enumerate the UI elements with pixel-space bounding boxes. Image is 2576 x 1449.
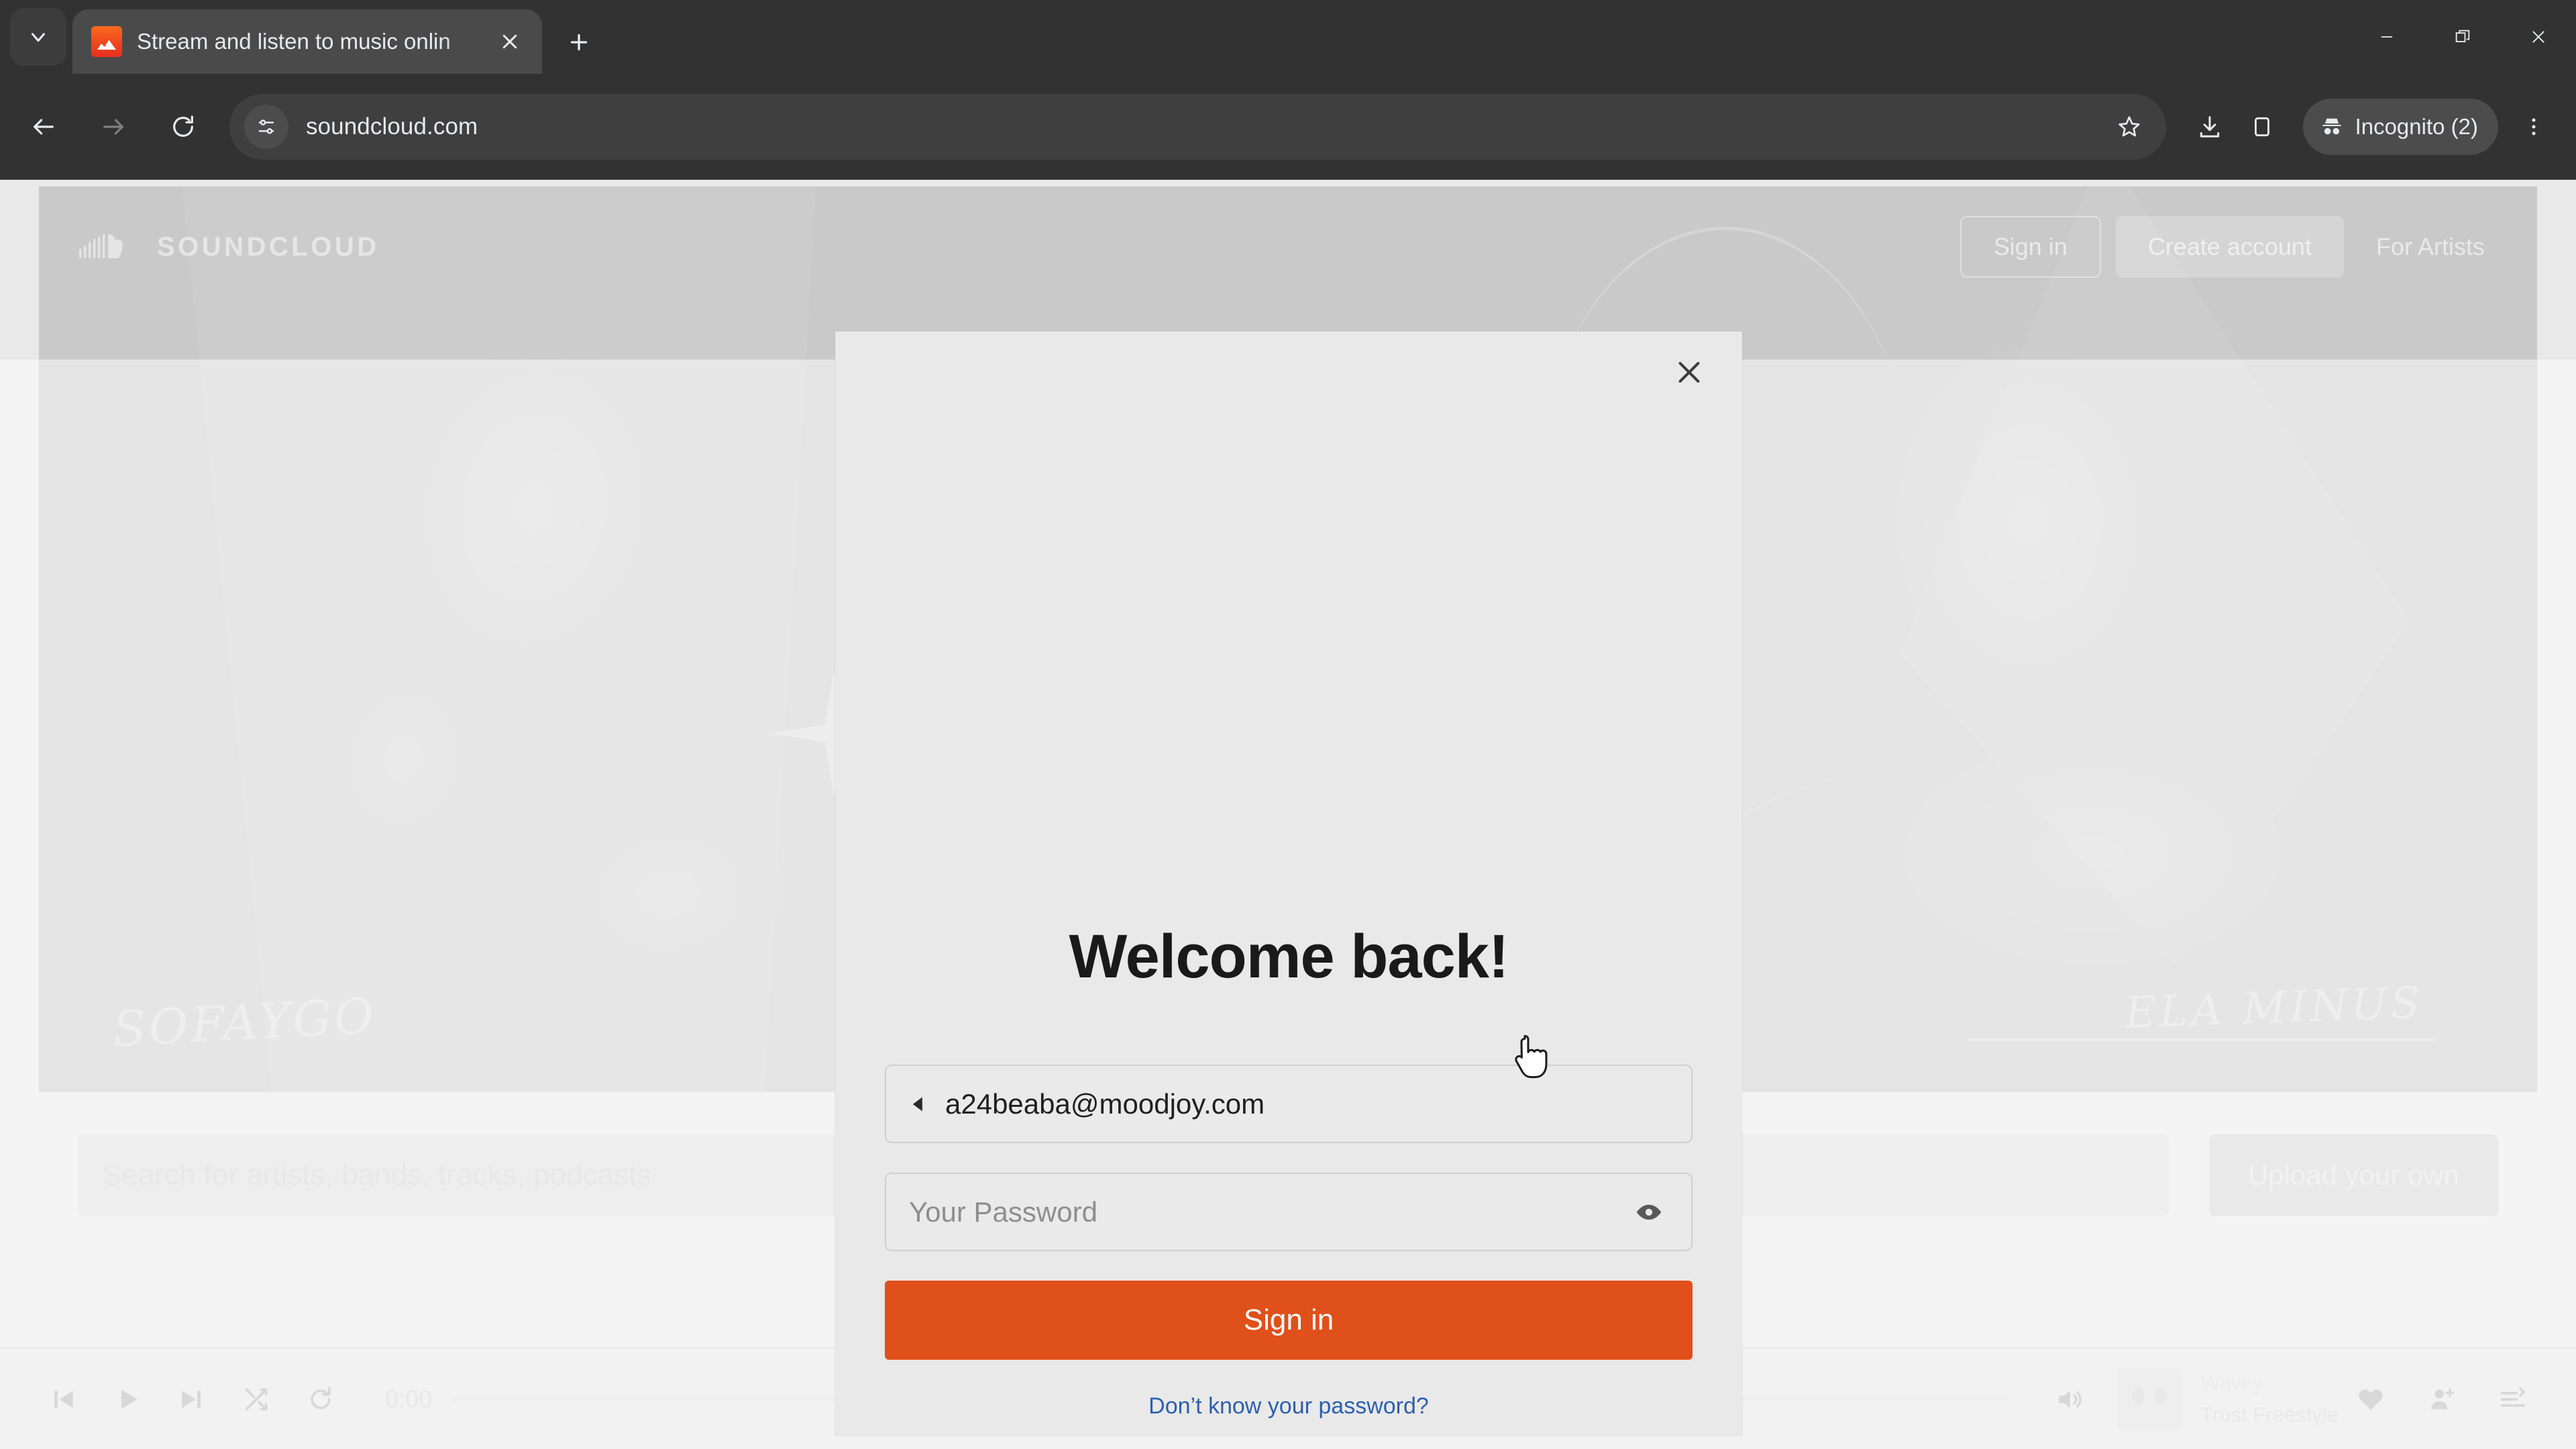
close-icon — [502, 34, 517, 49]
sign-in-submit-button[interactable]: Sign in — [885, 1281, 1693, 1360]
back-button[interactable] — [17, 101, 70, 153]
reload-button[interactable] — [157, 101, 209, 153]
chrome-menu-button[interactable] — [2508, 101, 2560, 153]
tab-close-button[interactable] — [492, 24, 527, 59]
reload-icon — [173, 115, 193, 137]
eye-outline-icon — [1636, 1204, 1662, 1220]
incognito-label: Incognito (2) — [2355, 114, 2478, 139]
forward-button[interactable] — [87, 101, 140, 153]
arrow-right-icon — [103, 119, 123, 135]
tab-title: Stream and listen to music onlin — [137, 29, 451, 54]
window-minimize-button[interactable] — [2349, 0, 2424, 74]
chevron-down-icon — [31, 33, 46, 42]
page-create-account-button[interactable]: Create account — [2115, 216, 2344, 278]
soundcloud-favicon-icon — [91, 26, 122, 57]
star-icon — [2118, 116, 2140, 137]
address-bar-url: soundcloud.com — [306, 113, 478, 140]
site-nav: Sign in Create account For Artists — [1960, 216, 2502, 278]
page-sign-in-button[interactable]: Sign in — [1960, 216, 2101, 278]
page-for-artists-link[interactable]: For Artists — [2359, 233, 2502, 261]
incognito-icon — [2322, 118, 2341, 135]
minimize-icon — [2381, 36, 2392, 38]
sign-in-modal: Welcome back! a24beaba@moodjoy.com Your … — [835, 331, 1742, 1436]
restore-icon — [2455, 30, 2469, 42]
incognito-indicator[interactable]: Incognito (2) — [2302, 99, 2498, 155]
tab-strip: Stream and listen to music onlin — [0, 0, 2576, 74]
email-value: a24beaba@moodjoy.com — [945, 1087, 1265, 1120]
modal-title: Welcome back! — [1069, 922, 1509, 991]
download-icon — [2200, 116, 2219, 138]
browser-tab[interactable]: Stream and listen to music onlin — [72, 9, 542, 74]
back-triangle-icon[interactable] — [909, 1095, 928, 1114]
modal-close-button[interactable] — [1659, 342, 1719, 402]
tune-icon — [258, 119, 274, 134]
triangle-left-icon — [912, 1097, 922, 1111]
soundcloud-wordmark: SOUNDCLOUD — [157, 231, 380, 262]
plus-icon — [570, 34, 588, 51]
soundcloud-wave-icon — [79, 234, 123, 258]
email-field[interactable]: a24beaba@moodjoy.com — [885, 1065, 1693, 1143]
browser-chrome: Stream and listen to music onlin soundcl… — [0, 0, 2576, 180]
side-panel-button[interactable] — [2236, 101, 2288, 153]
downloads-button[interactable] — [2184, 101, 2236, 153]
close-icon — [1678, 362, 1700, 383]
close-icon — [2532, 31, 2544, 43]
side-panel-icon — [2254, 117, 2269, 137]
address-bar[interactable]: soundcloud.com — [229, 94, 2166, 160]
site-settings-icon[interactable] — [244, 105, 288, 149]
browser-toolbar: soundcloud.com Incognito (2) — [0, 74, 2576, 180]
password-placeholder: Your Password — [909, 1195, 1097, 1228]
eye-icon[interactable] — [1629, 1193, 1668, 1232]
new-tab-button[interactable] — [557, 20, 601, 64]
sign-in-form: a24beaba@moodjoy.com Your Password Sign … — [885, 1065, 1693, 1419]
arrow-left-icon — [34, 119, 54, 135]
password-field[interactable]: Your Password — [885, 1173, 1693, 1251]
address-bar-actions — [2104, 94, 2154, 160]
tab-search-button[interactable] — [10, 8, 66, 66]
window-maximize-button[interactable] — [2424, 0, 2500, 74]
forgot-password-link[interactable]: Don’t know your password? — [885, 1393, 1693, 1419]
window-controls — [2349, 0, 2576, 74]
soundcloud-logo[interactable]: SOUNDCLOUD — [79, 230, 380, 264]
more-vertical-icon — [2532, 118, 2536, 136]
window-close-button[interactable] — [2500, 0, 2576, 74]
bookmark-button[interactable] — [2104, 102, 2154, 152]
site-header: SOUNDCLOUD Sign in Create account For Ar… — [39, 186, 2537, 307]
